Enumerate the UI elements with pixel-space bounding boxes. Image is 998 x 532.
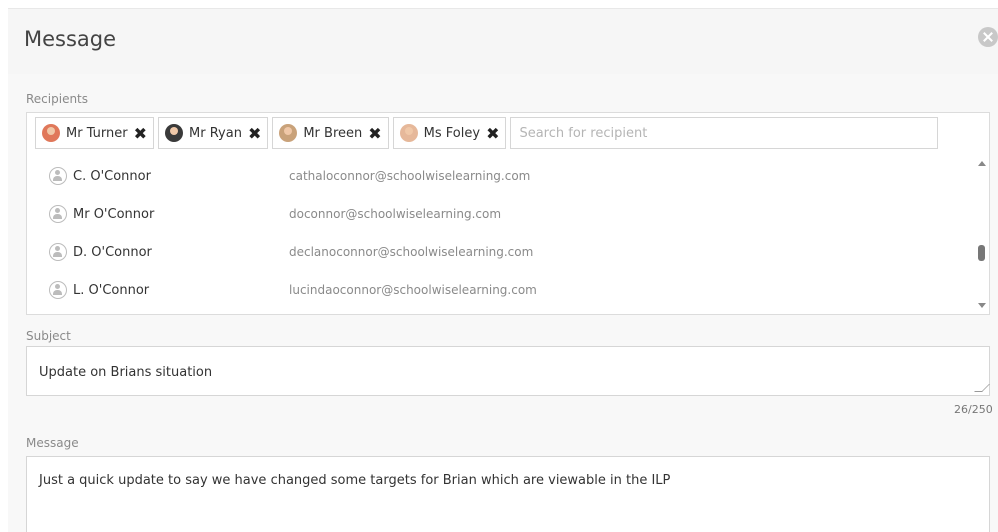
dialog-title: Message [24, 27, 117, 51]
recipient-search-input[interactable] [510, 117, 939, 149]
message-input[interactable]: Just a quick update to say we have chang… [26, 456, 990, 532]
result-name: L. O'Connor [73, 282, 150, 298]
message-label: Message [26, 436, 79, 450]
remove-recipient-icon[interactable]: ✖ [368, 124, 381, 143]
results-scrollbar[interactable] [975, 157, 989, 315]
recipient-chip[interactable]: Mr Breen ✖ [272, 117, 389, 149]
subject-label: Subject [26, 329, 71, 343]
recipients-field: Mr Turner ✖ Mr Ryan ✖ Mr Breen ✖ Ms Fole… [26, 112, 990, 315]
remove-recipient-icon[interactable]: ✖ [134, 124, 147, 143]
result-name: Mr O'Connor [73, 206, 155, 222]
recipient-chip[interactable]: Mr Ryan ✖ [158, 117, 269, 149]
scroll-down-icon[interactable] [978, 303, 986, 308]
person-icon [49, 281, 67, 299]
result-name: D. O'Connor [73, 244, 152, 260]
result-email: doconnor@schoolwiselearning.com [289, 207, 502, 221]
list-item[interactable]: D. O'Connor declanoconnor@schoolwiselear… [27, 233, 975, 271]
recipient-chips: Mr Turner ✖ Mr Ryan ✖ Mr Breen ✖ Ms Fole… [35, 117, 939, 149]
recipient-chip[interactable]: Mr Turner ✖ [35, 117, 155, 149]
recipient-chip[interactable]: Ms Foley ✖ [392, 117, 507, 149]
scroll-thumb[interactable] [978, 245, 985, 261]
recipient-chip-name: Mr Breen [303, 125, 363, 141]
result-email: declanoconnor@schoolwiselearning.com [289, 245, 534, 259]
list-item[interactable]: C. O'Connor cathaloconnor@schoolwiselear… [27, 157, 975, 195]
recipients-label: Recipients [26, 92, 89, 106]
result-email: cathaloconnor@schoolwiselearning.com [289, 169, 531, 183]
list-item[interactable]: L. O'Connor lucindaoconnor@schoolwiselea… [27, 271, 975, 309]
result-name: C. O'Connor [73, 168, 151, 184]
recipient-chip-name: Ms Foley [423, 125, 481, 141]
subject-character-counter: 26/250 [954, 403, 993, 416]
avatar [399, 124, 418, 142]
list-item[interactable]: Mr O'Connor doconnor@schoolwiselearning.… [27, 195, 975, 233]
remove-recipient-icon[interactable]: ✖ [486, 124, 499, 143]
avatar [279, 124, 298, 142]
person-icon [49, 205, 67, 223]
avatar [42, 124, 60, 142]
dialog-header: Message [8, 8, 998, 74]
person-icon [49, 243, 67, 261]
message-value: Just a quick update to say we have chang… [39, 473, 671, 488]
recipient-chip-name: Mr Ryan [189, 125, 242, 141]
person-icon [49, 167, 67, 185]
subject-input[interactable]: Update on Brians situation [26, 346, 990, 396]
subject-value: Update on Brians situation [39, 365, 213, 380]
avatar [165, 124, 184, 142]
scroll-up-icon[interactable] [978, 161, 986, 166]
result-email: lucindaoconnor@schoolwiselearning.com [289, 283, 537, 297]
close-icon[interactable] [978, 27, 998, 47]
resize-handle-icon[interactable] [974, 384, 990, 392]
recipient-chip-name: Mr Turner [66, 125, 128, 141]
remove-recipient-icon[interactable]: ✖ [248, 124, 261, 143]
recipient-results-list: C. O'Connor cathaloconnor@schoolwiselear… [27, 157, 975, 309]
